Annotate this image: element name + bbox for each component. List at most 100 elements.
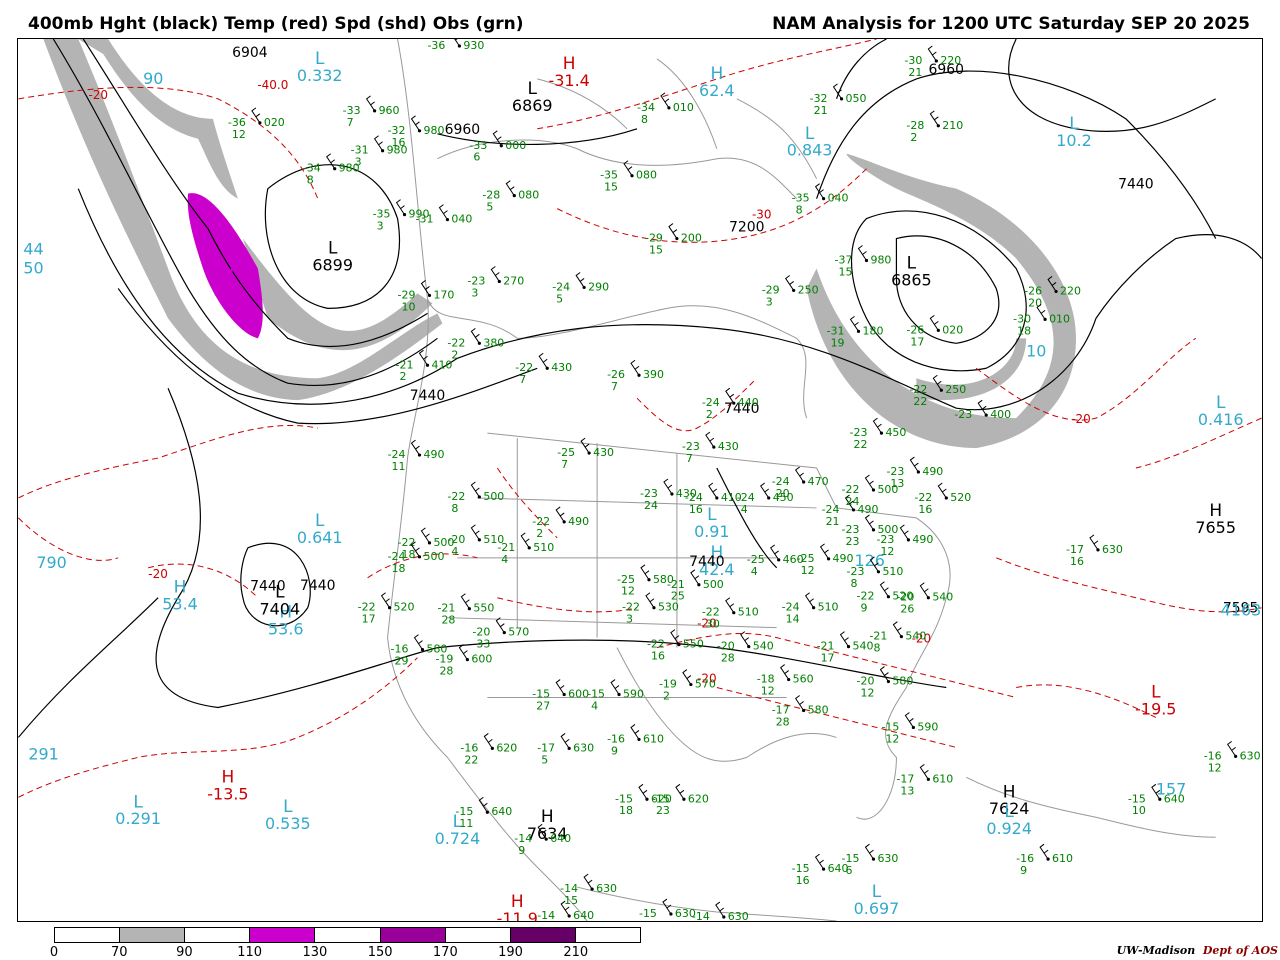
obs-dewpoint: 24 [846,495,860,508]
credit-org: UW-Madison [1116,944,1196,957]
obs-dewpoint: 6 [473,151,480,164]
center-value: -13.5 [207,784,248,803]
wind-barb [705,431,715,448]
center-value: 0.697 [854,899,900,918]
obs-height: 170 [433,288,454,301]
obs-height: 580 [892,675,913,688]
station-observation: -20 57033 [472,617,529,651]
obs-dewpoint: 17 [910,335,924,348]
obs-dewpoint: 2 [451,348,458,361]
wind-barb [410,439,420,456]
credit-label: UW-Madison Dept of AOS [1117,944,1278,957]
wind-barb [839,631,849,647]
height-contour-label: 7440 [689,554,725,570]
center-value: 0.332 [297,66,343,85]
obs-height: 040 [828,192,849,205]
obs-dewpoint: 17 [362,613,376,626]
height-contour-label: 7440 [300,578,336,594]
wind-barb [326,153,336,169]
wind-speed-colorbar [54,927,641,943]
obs-height: 000 [505,139,526,152]
obs-height: 430 [718,440,739,453]
wind-barb [410,115,420,132]
obs-height: 600 [568,688,589,701]
temperature-contour-label: -20 [88,88,108,102]
wind-barb [1039,843,1049,860]
station-observation: -22 51030 [702,597,759,631]
wind-barb [864,474,874,491]
obs-height: 010 [1049,312,1070,325]
obs-dewpoint: 7 [686,452,693,465]
obs-dewpoint: 18 [392,562,406,575]
colorbar-segment [185,928,251,942]
obs-height: 580 [653,573,674,586]
obs-height: 630 [573,741,594,754]
obs-dewpoint: 2 [400,370,407,383]
station-observation: -29 2503 [762,275,819,308]
obs-height: 960 [379,104,400,117]
obs-height: 630 [1240,749,1261,762]
obs-height: 640 [1164,792,1185,805]
colorbar-segment [120,928,186,942]
station-observation: -29 20015 [645,223,702,257]
obs-dewpoint: 7 [519,373,526,386]
obs-dewpoint: 8 [851,577,858,590]
speed-label: 790 [36,553,66,572]
speed-label: 50 [23,258,43,277]
obs-dewpoint: 22 [913,395,927,408]
wind-barb [663,478,673,495]
obs-dewpoint: 7 [347,116,354,129]
center-value: 0.641 [297,528,343,547]
station-observation: -22 52016 [914,482,971,516]
height-contour-label: 7200 [729,220,765,236]
center-value: -31.4 [549,71,590,90]
colorbar-label: 210 [563,945,589,960]
obs-height: 080 [518,189,539,202]
station-observation: -21 55028 [437,593,494,627]
wind-barb [690,569,700,586]
obs-dewpoint: 3 [377,220,384,233]
obs-dewpoint: 23 [656,804,670,817]
obs-temperature: -36 [427,39,445,52]
wind-barb [1089,534,1099,551]
obs-height: 500 [423,550,444,563]
obs-height: 500 [483,490,504,503]
obs-dewpoint: 9 [1020,864,1027,877]
obs-height: 250 [945,383,966,396]
obs-dewpoint: 15 [839,265,853,278]
wind-barb [470,481,480,498]
wind-barb [879,581,889,598]
wind-barb [904,712,914,728]
temperature-contour-label: -40.0 [257,78,288,92]
obs-dewpoint: 12 [880,545,894,558]
obs-height: 580 [808,703,829,716]
station-observation: -17 58028 [772,695,829,728]
wind-barb [864,843,874,860]
credit-dept: Dept of AOS [1202,944,1278,957]
colorbar-segment [380,928,446,942]
obs-dewpoint: 9 [611,744,618,757]
station-observation: -25 4604 [747,544,804,578]
colorbar-label: 130 [302,945,328,960]
obs-dewpoint: 29 [395,655,409,668]
center-value: 0.291 [115,809,161,828]
colorbar-segment [315,928,381,942]
wind-barb [623,160,633,176]
obs-height: 980 [387,144,408,157]
obs-height: 020 [264,116,285,129]
station-observation: -14 630 [692,901,749,921]
obs-height: 640 [491,805,512,818]
obs-dewpoint: 21 [908,66,922,79]
obs-height: 510 [818,601,839,614]
obs-dewpoint: 11 [459,817,473,830]
obs-dewpoint: 13 [900,784,914,797]
obs-dewpoint: 19 [831,336,845,349]
wind-barb [857,245,867,261]
obs-height: 410 [431,358,452,371]
wind-barb [670,629,680,645]
obs-dewpoint: 4 [501,553,508,566]
wind-barb [977,399,987,416]
obs-dewpoint: 10 [402,300,416,313]
obs-height: 390 [643,368,664,381]
wind-barb [927,45,937,62]
